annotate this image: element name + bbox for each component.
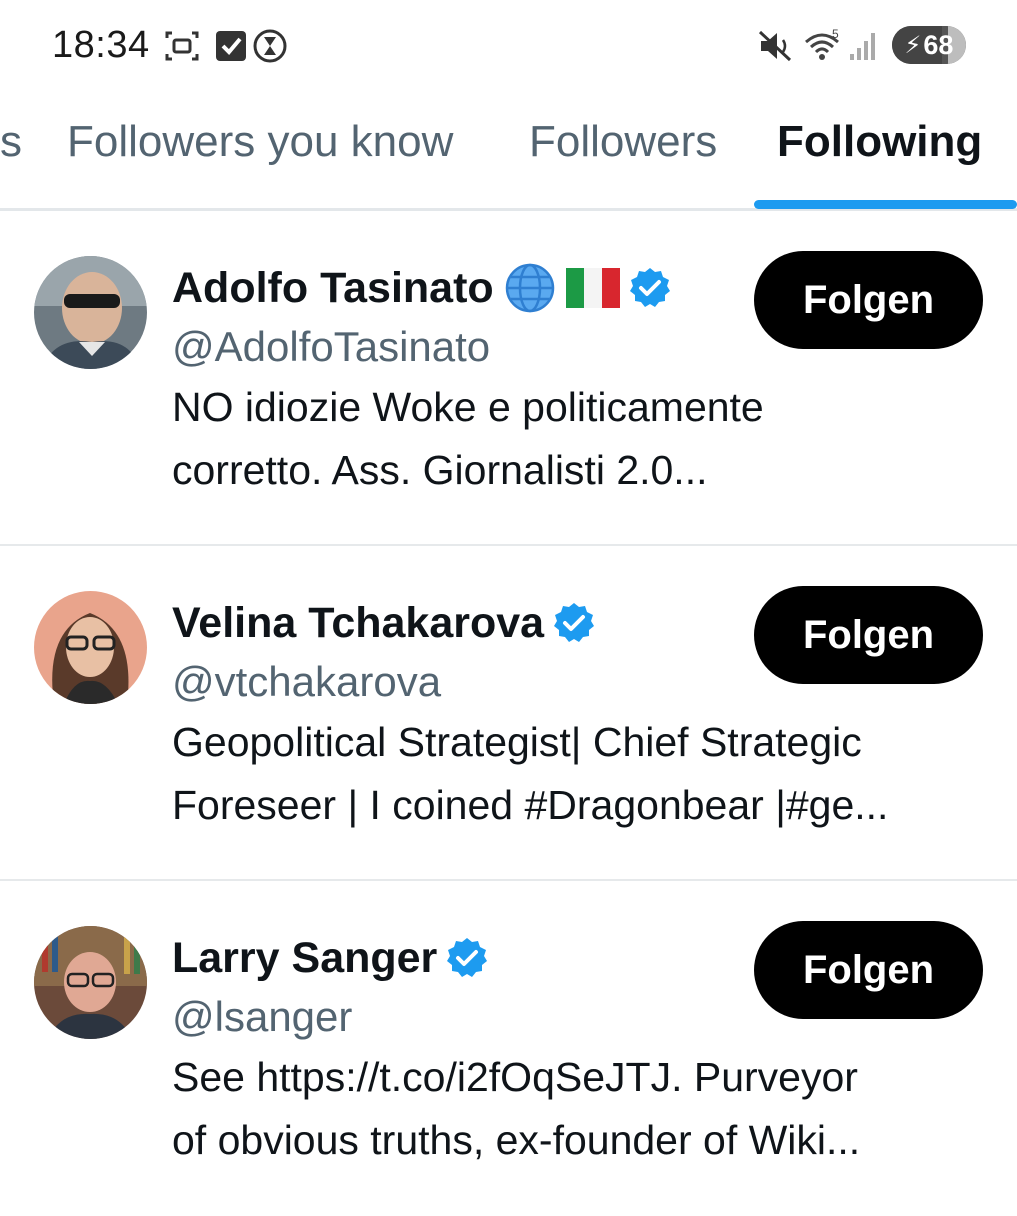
mute-icon: [757, 28, 793, 69]
tab-followers[interactable]: Followers: [529, 117, 717, 167]
avatar[interactable]: [34, 926, 147, 1039]
tab-followers-you-know[interactable]: Followers you know: [67, 117, 453, 167]
profile-tabs: s Followers you know Followers Following: [0, 95, 1017, 211]
bio-line: See https://t.co/i2fOqSeJTJ. Purveyor: [172, 1054, 858, 1100]
bio-line: NO idiozie Woke e politicamente: [172, 384, 764, 430]
charging-bolt-icon: ⚡: [904, 31, 922, 59]
signal-icon: [848, 28, 880, 69]
verified-badge-icon: [552, 601, 596, 645]
user-handle[interactable]: @AdolfoTasinato: [172, 323, 490, 371]
user-bio: NO idiozie Woke e politicamente corretto…: [172, 376, 982, 502]
screenshot-icon: [164, 28, 200, 69]
avatar[interactable]: [34, 256, 147, 369]
user-bio: Geopolitical Strategist| Chief Strategic…: [172, 711, 982, 837]
user-bio: See https://t.co/i2fOqSeJTJ. Purveyor of…: [172, 1046, 982, 1172]
display-name[interactable]: Velina Tchakarova: [172, 599, 544, 648]
svg-text:5: 5: [832, 28, 839, 41]
bio-line: Foreseer | I coined #Dragonbear |#ge...: [172, 782, 889, 828]
user-list-item[interactable]: Larry Sanger @lsanger See https://t.co/i…: [0, 881, 1017, 1216]
user-list-item[interactable]: Adolfo Tasinato @AdolfoTasinato NO idioz…: [0, 211, 1017, 546]
checkbox-icon: [213, 28, 249, 69]
display-name[interactable]: Adolfo Tasinato: [172, 264, 494, 313]
hourglass-icon: [252, 28, 288, 69]
verified-badge-icon: [628, 266, 672, 310]
follow-button[interactable]: Folgen: [754, 251, 983, 349]
status-bar: 18:34 5 ⚡ 68: [0, 0, 1017, 95]
bio-line: corretto. Ass. Giornalisti 2.0...: [172, 447, 708, 493]
user-list-item[interactable]: Velina Tchakarova @vtchakarova Geopoliti…: [0, 546, 1017, 881]
verified-badge-icon: [445, 936, 489, 980]
bio-line: Geopolitical Strategist| Chief Strategic: [172, 719, 862, 765]
follow-button[interactable]: Folgen: [754, 921, 983, 1019]
user-handle[interactable]: @lsanger: [172, 993, 352, 1041]
bio-line: of obvious truths, ex-founder of Wiki...: [172, 1117, 861, 1163]
globe-icon: [504, 262, 556, 314]
user-handle[interactable]: @vtchakarova: [172, 658, 441, 706]
avatar[interactable]: [34, 591, 147, 704]
follow-button[interactable]: Folgen: [754, 586, 983, 684]
battery-level: 68: [923, 29, 954, 60]
battery-indicator: ⚡ 68: [892, 26, 966, 64]
active-tab-indicator: [754, 200, 1017, 209]
status-time: 18:34: [52, 24, 150, 66]
italy-flag-icon: [565, 268, 620, 308]
tab-subscriptions[interactable]: s: [0, 117, 22, 167]
tab-following[interactable]: Following: [777, 117, 982, 167]
display-name[interactable]: Larry Sanger: [172, 934, 437, 983]
wifi-icon: 5: [804, 27, 844, 69]
